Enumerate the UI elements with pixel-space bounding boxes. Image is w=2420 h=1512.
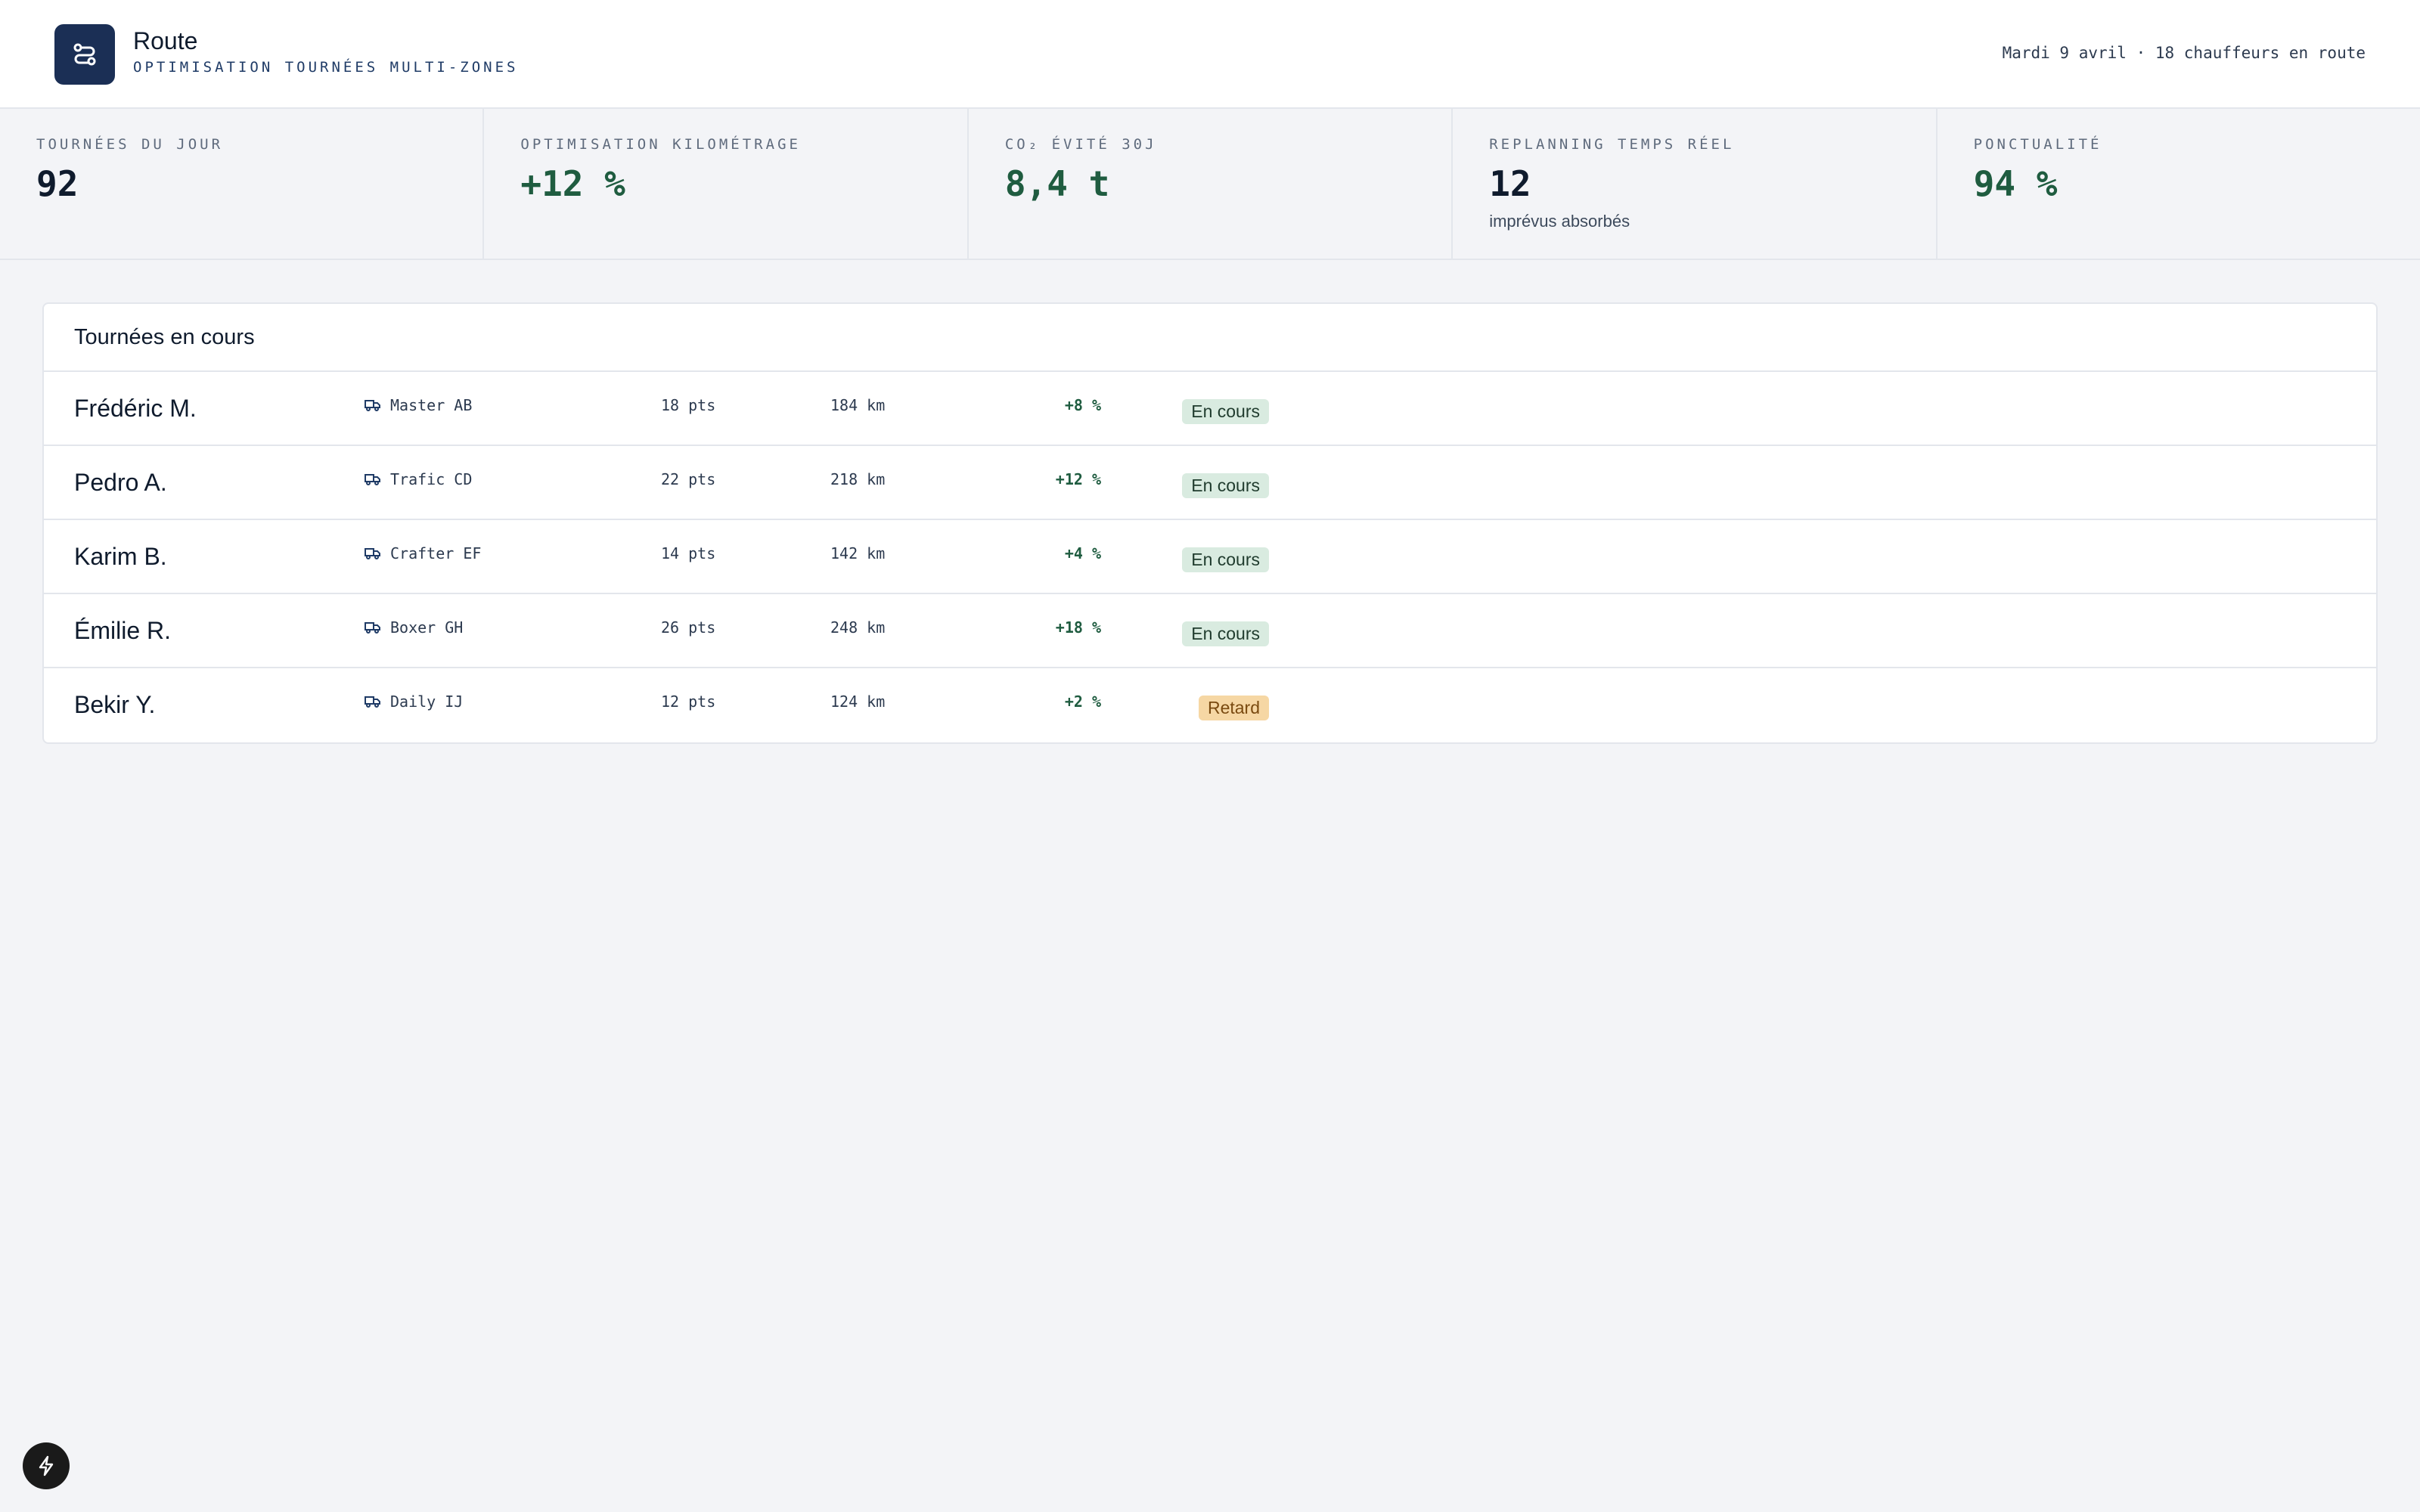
status-cell: Retard	[1103, 671, 1269, 744]
kpi-note: imprévus absorbés	[1489, 212, 1630, 231]
kpi-label: TOURNÉES DU JOUR	[36, 136, 224, 153]
table-row[interactable]: Bekir Y. Daily IJ 12 pts 124 km +2 % Ret…	[44, 668, 2376, 742]
kpi-value: 92	[36, 163, 79, 204]
header-date-info: Mardi 9 avril · 18 chauffeurs en route	[2002, 44, 2366, 62]
status-cell: En cours	[1103, 449, 1269, 522]
kpi-mileage-optimization: OPTIMISATION KILOMÉTRAGE +12 %	[484, 109, 969, 259]
status-badge: Retard	[1198, 695, 1269, 720]
points-count: 12 pts	[661, 692, 716, 711]
kpi-label: REPLANNING TEMPS RÉEL	[1489, 136, 1735, 153]
lightning-icon[interactable]	[23, 1442, 70, 1489]
kpi-tours-today: TOURNÉES DU JOUR 92	[0, 109, 485, 259]
kpi-value: 94 %	[1973, 163, 2058, 204]
status-cell: En cours	[1103, 523, 1269, 596]
app-subtitle: OPTIMISATION TOURNÉES MULTI-ZONES	[133, 59, 519, 76]
table-row[interactable]: Pedro A. Trafic CD 22 pts 218 km +12 % E…	[44, 446, 2376, 520]
vehicle-cell: Daily IJ	[365, 665, 463, 738]
points-count: 18 pts	[661, 396, 716, 414]
driver-name: Pedro A.	[74, 468, 167, 496]
status-badge: En cours	[1182, 398, 1269, 424]
distance: 184 km	[830, 396, 886, 414]
points-count: 22 pts	[661, 470, 716, 488]
kpi-label: OPTIMISATION KILOMÉTRAGE	[520, 136, 801, 153]
status-badge: En cours	[1182, 547, 1269, 572]
vehicle-cell: Crafter EF	[365, 517, 481, 590]
vehicle-name: Daily IJ	[390, 692, 464, 711]
vehicle-cell: Trafic CD	[365, 443, 472, 516]
vehicle-name: Master AB	[390, 396, 473, 414]
gain-percent: +2 %	[1064, 692, 1101, 711]
points-count: 14 pts	[661, 544, 716, 562]
vehicle-name: Boxer GH	[390, 618, 464, 637]
driver-name: Bekir Y.	[74, 690, 156, 718]
status-badge: En cours	[1182, 472, 1269, 498]
kpi-value: 8,4 t	[1004, 163, 1110, 204]
truck-icon	[365, 696, 380, 708]
kpi-value: 12	[1489, 163, 1531, 204]
distance: 124 km	[830, 692, 886, 711]
status-cell: En cours	[1103, 375, 1269, 448]
driver-name: Émilie R.	[74, 616, 172, 644]
route-icon[interactable]	[54, 24, 115, 85]
vehicle-cell: Master AB	[365, 369, 472, 442]
table-row[interactable]: Karim B. Crafter EF 14 pts 142 km +4 % E…	[44, 520, 2376, 594]
vehicle-cell: Boxer GH	[365, 591, 463, 664]
truck-icon	[365, 548, 380, 559]
status-cell: En cours	[1103, 597, 1269, 670]
gain-percent: +12 %	[1055, 470, 1101, 488]
tours-card-title: Tournées en cours	[44, 304, 2376, 372]
table-row[interactable]: Frédéric M. Master AB 18 pts 184 km +8 %…	[44, 372, 2376, 446]
app-header: Route OPTIMISATION TOURNÉES MULTI-ZONES …	[0, 0, 2420, 109]
truck-icon	[365, 474, 380, 485]
table-row[interactable]: Émilie R. Boxer GH 26 pts 248 km +18 % E…	[44, 594, 2376, 668]
truck-icon	[365, 622, 380, 634]
kpi-label: CO₂ ÉVITÉ 30J	[1004, 136, 1157, 153]
points-count: 26 pts	[661, 618, 716, 637]
distance: 248 km	[830, 618, 886, 637]
driver-name: Karim B.	[74, 542, 167, 570]
kpi-co2-avoided: CO₂ ÉVITÉ 30J 8,4 t	[969, 109, 1454, 259]
distance: 142 km	[830, 544, 886, 562]
app-title: Route	[133, 27, 198, 54]
kpi-punctuality: PONCTUALITÉ 94 %	[1938, 109, 2420, 259]
kpi-realtime-replanning: REPLANNING TEMPS RÉEL 12 imprévus absorb…	[1453, 109, 1938, 259]
kpi-strip: TOURNÉES DU JOUR 92 OPTIMISATION KILOMÉT…	[0, 109, 2420, 260]
truck-icon	[365, 400, 380, 411]
gain-percent: +8 %	[1064, 396, 1101, 414]
kpi-label: PONCTUALITÉ	[1973, 136, 2102, 153]
kpi-value: +12 %	[520, 163, 625, 204]
distance: 218 km	[830, 470, 886, 488]
gain-percent: +18 %	[1055, 618, 1101, 637]
vehicle-name: Crafter EF	[390, 544, 482, 562]
driver-name: Frédéric M.	[74, 394, 197, 422]
tours-card: Tournées en cours Frédéric M. Master AB …	[42, 302, 2378, 744]
gain-percent: +4 %	[1064, 544, 1101, 562]
status-badge: En cours	[1182, 621, 1269, 646]
vehicle-name: Trafic CD	[390, 470, 473, 488]
